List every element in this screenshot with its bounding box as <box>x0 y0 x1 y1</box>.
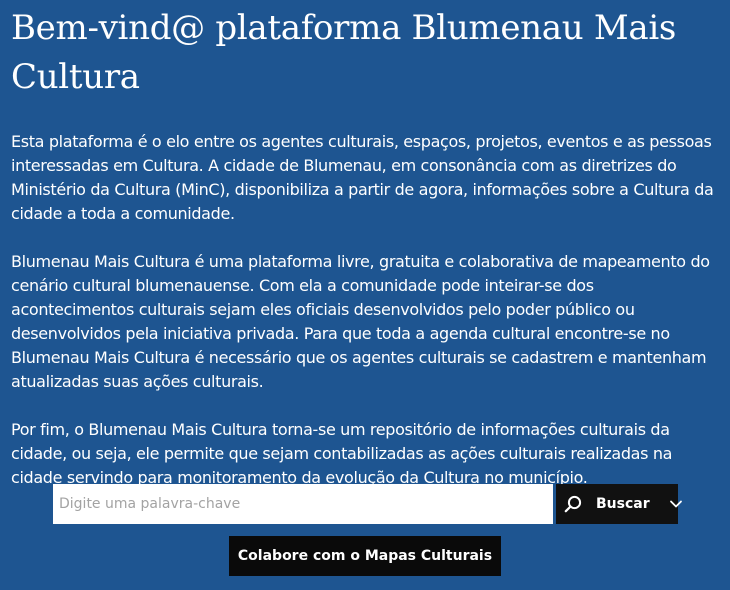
welcome-section: Bem-vind@ plataforma Blumenau Mais Cultu… <box>11 0 721 514</box>
search-button[interactable]: Buscar <box>556 484 682 524</box>
search-input[interactable] <box>53 484 553 524</box>
search-icon <box>564 495 582 513</box>
page-title: Bem-vind@ plataforma Blumenau Mais Cultu… <box>11 8 677 97</box>
chevron-down-icon[interactable] <box>669 497 683 511</box>
intro-paragraph: Blumenau Mais Cultura é uma plataforma l… <box>11 252 710 391</box>
intro-text: Esta plataforma é o elo entre os agentes… <box>11 130 721 490</box>
collaborate-button[interactable]: Colabore com o Mapas Culturais <box>229 536 501 576</box>
search-form: Buscar <box>53 484 682 524</box>
search-button-label: Buscar <box>596 496 650 512</box>
intro-paragraph: Por fim, o Blumenau Mais Cultura torna-s… <box>11 420 673 487</box>
intro-paragraph: Esta plataforma é o elo entre os agentes… <box>11 132 714 223</box>
